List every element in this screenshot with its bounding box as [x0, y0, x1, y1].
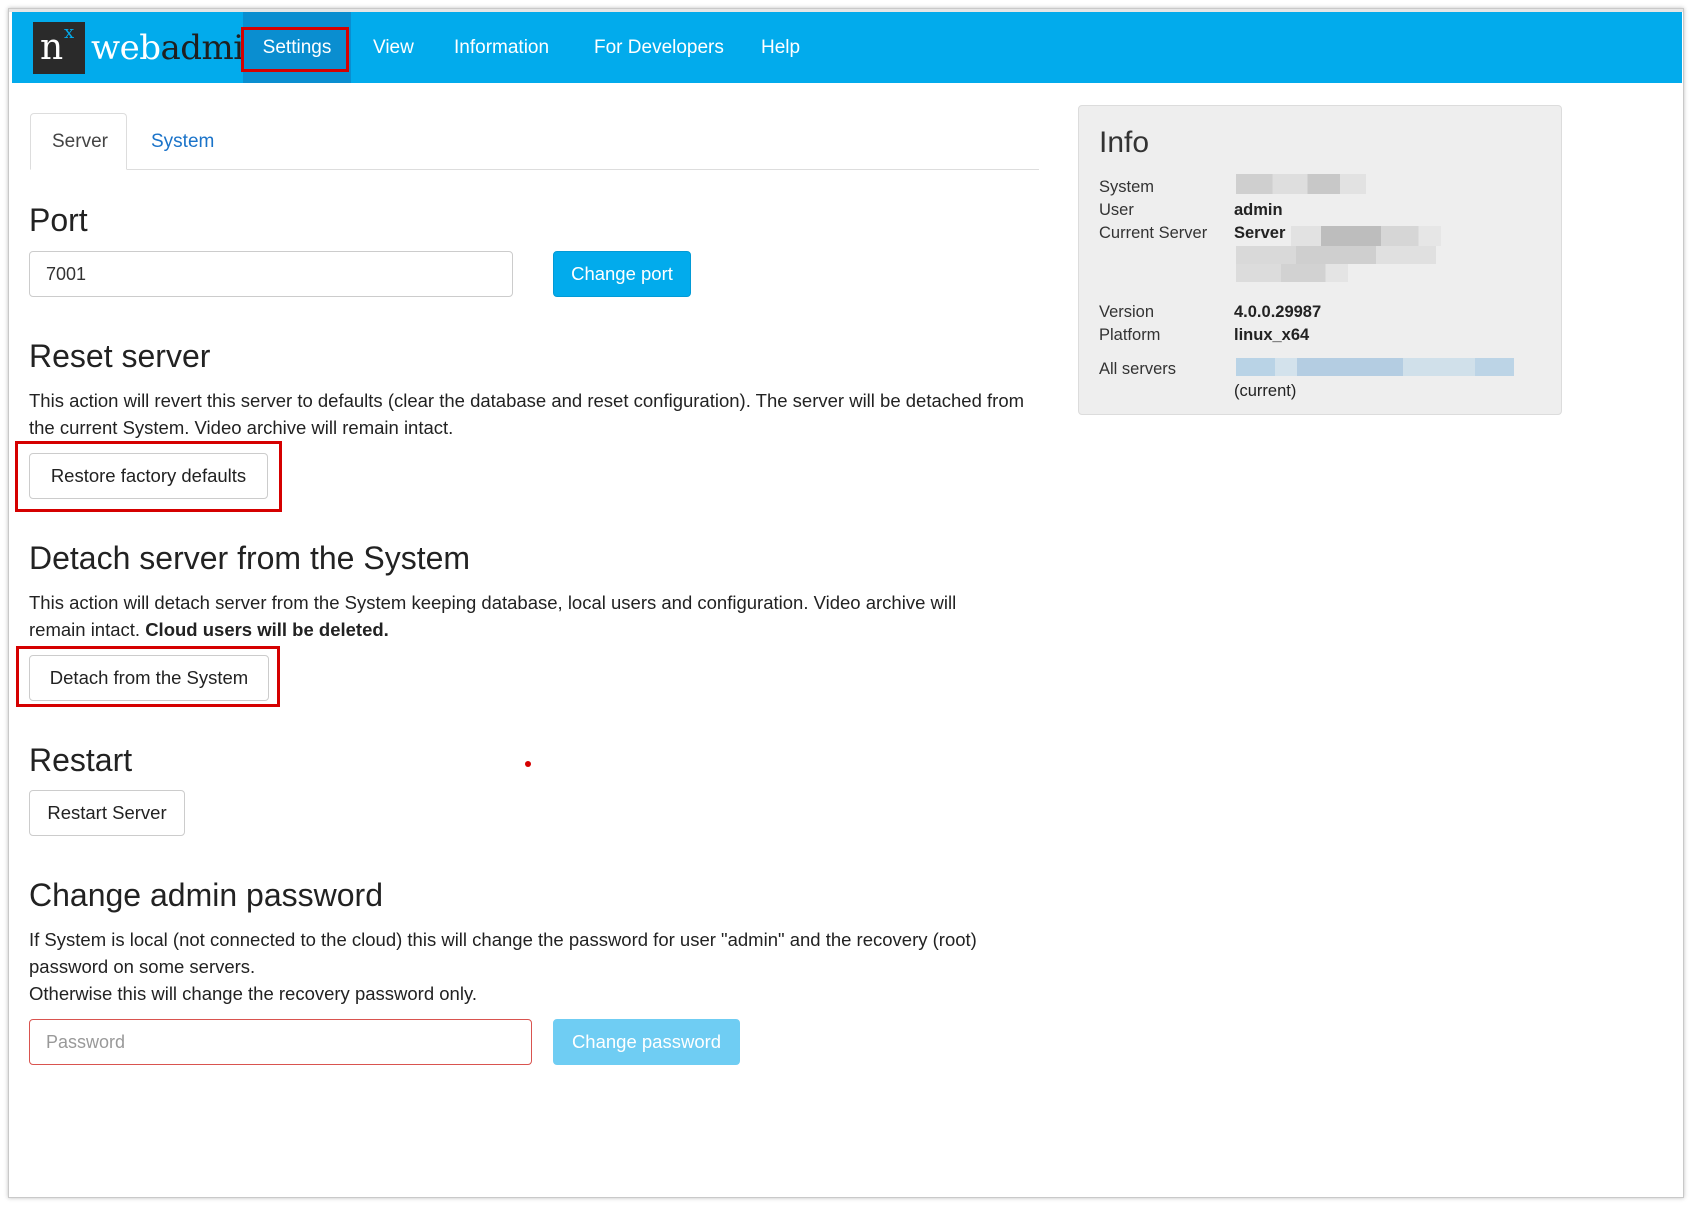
nav-view[interactable]: View	[373, 12, 414, 83]
browser-frame: n x webadmin Settings View Information F…	[8, 8, 1684, 1198]
nav-for-developers-label: For Developers	[594, 36, 724, 58]
tab-system[interactable]: System	[130, 113, 235, 170]
reset-description: This action will revert this server to d…	[29, 390, 1025, 438]
server-id-redacted-1	[1236, 246, 1436, 264]
info-all-servers-label: All servers	[1099, 360, 1177, 378]
logo[interactable]: n x webadmin	[33, 20, 266, 76]
detach-from-system-button[interactable]: Detach from the System	[29, 655, 269, 701]
logo-letter: n	[40, 27, 64, 68]
port-heading: Port	[29, 202, 88, 238]
info-all-servers-note: (current)	[1234, 382, 1297, 400]
logo-mark: n x	[33, 22, 85, 74]
password-description: If System is local (not connected to the…	[29, 926, 1029, 1007]
info-server-value: Server	[1234, 224, 1286, 242]
detach-heading: Detach server from the System	[29, 540, 471, 576]
info-system-label: System	[1099, 178, 1155, 196]
password-heading: Change admin password	[29, 877, 383, 913]
logo-text: webadmin	[91, 28, 266, 68]
tab-bar: Server System	[30, 113, 1039, 170]
reset-heading: Reset server	[29, 338, 211, 374]
port-input[interactable]	[29, 251, 513, 297]
server-name-redacted	[1291, 226, 1441, 246]
restart-heading: Restart	[29, 742, 133, 778]
info-server-label: Current Server	[1099, 224, 1208, 242]
info-platform-value: linux_x64	[1234, 326, 1310, 344]
nav-help-label: Help	[761, 36, 801, 58]
all-servers-link-redacted[interactable]	[1236, 358, 1514, 376]
detach-warning: Cloud users will be deleted.	[145, 619, 389, 640]
info-version-label: Version	[1099, 303, 1155, 321]
info-panel: Info System User admin Current Server Se…	[1078, 105, 1562, 415]
nav-settings[interactable]: Settings	[243, 12, 351, 83]
nav-for-developers[interactable]: For Developers	[594, 12, 724, 83]
nav-view-label: View	[373, 36, 414, 58]
tab-system-label: System	[151, 130, 215, 152]
nav-information[interactable]: Information	[454, 12, 549, 83]
nav-settings-label: Settings	[262, 36, 332, 58]
restore-factory-defaults-button[interactable]: Restore factory defaults	[29, 453, 268, 499]
password-description-line1: If System is local (not connected to the…	[29, 929, 977, 977]
info-version-value: 4.0.0.29987	[1234, 303, 1322, 321]
nav-help[interactable]: Help	[761, 12, 800, 83]
password-input[interactable]	[29, 1019, 532, 1065]
change-port-button[interactable]: Change port	[553, 251, 691, 297]
info-user-value: admin	[1234, 201, 1283, 219]
change-password-button[interactable]: Change password	[553, 1019, 740, 1065]
info-platform-label: Platform	[1099, 326, 1161, 344]
nav-information-label: Information	[454, 36, 550, 58]
info-user-label: User	[1099, 201, 1134, 219]
info-title: Info	[1099, 126, 1150, 159]
detach-description: This action will detach server from the …	[29, 589, 1009, 643]
system-name-redacted	[1236, 174, 1366, 194]
navbar: n x webadmin Settings View Information F…	[12, 12, 1682, 83]
cursor-dot	[525, 761, 531, 767]
password-description-line2: Otherwise this will change the recovery …	[29, 983, 477, 1004]
tab-server-label: Server	[52, 130, 108, 152]
logo-text-light: web	[91, 28, 161, 68]
server-id-redacted-2	[1236, 264, 1348, 282]
logo-superscript: x	[64, 22, 75, 43]
tab-server[interactable]: Server	[30, 113, 127, 170]
restart-server-button[interactable]: Restart Server	[29, 790, 185, 836]
